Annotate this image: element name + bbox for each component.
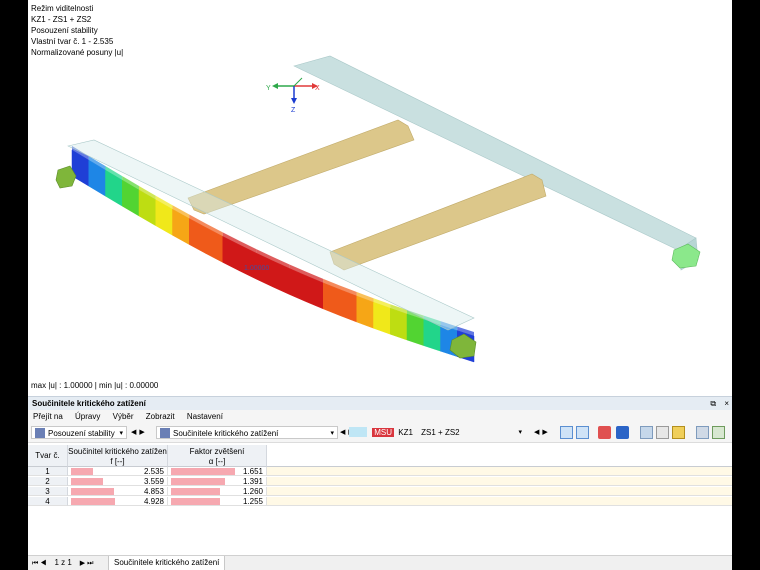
cell-magnification-factor[interactable]: 1.260	[168, 487, 267, 496]
page-indicator: 1 z 1	[54, 558, 72, 567]
viewport-info: Režim viditelnosti KZ1 - ZS1 + ZS2 Posou…	[31, 3, 123, 58]
value-bar	[171, 468, 235, 475]
show-icon[interactable]	[598, 426, 611, 439]
panel-title-text: Součinitele kritického zatížení	[32, 399, 146, 408]
module-icon	[35, 428, 45, 438]
row-number: 1	[28, 467, 68, 476]
table-row[interactable]: 2 3.559 1.391	[28, 477, 732, 486]
cell-critical-factor[interactable]: 2.535	[68, 467, 168, 476]
select-icon[interactable]	[560, 426, 573, 439]
cell-magnification-factor[interactable]: 1.391	[168, 477, 267, 486]
value-bar	[171, 488, 220, 495]
cell-magnification-factor[interactable]: 1.255	[168, 497, 267, 506]
table-icon	[160, 428, 170, 438]
cell-critical-factor[interactable]: 3.559	[68, 477, 168, 486]
results-panel: Součinitele kritického zatížení ⧉ × Přej…	[28, 396, 732, 570]
row-filler	[267, 467, 732, 476]
columns-icon[interactable]	[656, 426, 669, 439]
menu-view[interactable]: Zobrazit	[146, 412, 175, 421]
chevron-down-icon: ▾	[518, 429, 522, 436]
info-line-addon: Posouzení stability	[31, 26, 98, 35]
panel-title: Součinitele kritického zatížení ⧉ ×	[28, 396, 732, 410]
close-button[interactable]: ×	[724, 399, 729, 408]
highlight-icon[interactable]	[672, 426, 685, 439]
value-bar	[171, 498, 220, 505]
module-combo-value: Posouzení stability	[48, 429, 115, 438]
axes-gizmo: X Y Z	[266, 77, 320, 114]
header-empty	[267, 445, 732, 467]
app-window: 1.00000 X Y Z Režim viditelnosti KZ1 - Z…	[28, 0, 732, 570]
page-nav[interactable]: ⏮ ◀ 1 z 1 ▶ ⏭	[32, 556, 93, 570]
row-number: 4	[28, 497, 68, 506]
value-bar	[171, 478, 225, 485]
menu-goto[interactable]: Přejít na	[33, 412, 63, 421]
info-line-combination: KZ1 - ZS1 + ZS2	[31, 15, 92, 24]
cross-beam-2	[329, 173, 547, 271]
info-line-visibility: Režim viditelnosti	[31, 4, 94, 13]
value-bar	[71, 468, 94, 475]
module-nav-arrows[interactable]: ◀▶	[131, 426, 148, 439]
float-button[interactable]: ⧉	[710, 399, 716, 408]
bottom-bar: ⏮ ◀ 1 z 1 ▶ ⏭ Součinitele kritického zat…	[28, 555, 732, 570]
row-filler	[267, 477, 732, 486]
cell-critical-factor[interactable]: 4.853	[68, 487, 168, 496]
panel-menubar: Přejít na Úpravy Výběr Zobrazit Nastaven…	[28, 410, 732, 423]
combo-value: ZS1 + ZS2	[421, 428, 460, 437]
header-magnification-factor[interactable]: Faktor zvětšení α [--]	[168, 445, 267, 467]
table-combo[interactable]: Součinitele kritického zatížení ▾	[156, 426, 338, 439]
max-value-label: 1.00000	[244, 265, 269, 272]
panel-toolbar: Posouzení stability ▾ ◀▶ Součinitele kri…	[28, 423, 732, 443]
combo-id: KZ1	[398, 428, 413, 437]
xyz-icon[interactable]	[616, 426, 629, 439]
info-line-result: Normalizované posuny |u|	[31, 48, 124, 57]
table-view-icon[interactable]	[640, 426, 653, 439]
header-critical-factor[interactable]: Součinitel kritického zatížen f [--]	[68, 445, 168, 467]
viewport-status: max |u| : 1.00000 | min |u| : 0.00000	[31, 381, 159, 390]
header-mode-no[interactable]: Tvar č.	[28, 445, 68, 467]
chart-icon[interactable]	[696, 426, 709, 439]
module-combo[interactable]: Posouzení stability ▾	[31, 426, 127, 439]
export-icon[interactable]	[712, 426, 725, 439]
first-page-icon[interactable]: ⏮ ◀	[32, 560, 47, 567]
cell-magnification-factor[interactable]: 1.651	[168, 467, 267, 476]
filter-icon[interactable]	[576, 426, 589, 439]
table-row[interactable]: 3 4.853 1.260	[28, 487, 732, 496]
loadcombo-combo[interactable]: MSU KZ1 ZS1 + ZS2 ▾	[346, 426, 532, 439]
axis-x-label: X	[315, 85, 320, 92]
color-swatch-icon	[349, 427, 367, 437]
msu-badge: MSU	[372, 428, 395, 437]
row-number: 2	[28, 477, 68, 486]
value-bar	[71, 488, 115, 495]
3d-viewport[interactable]: 1.00000 X Y Z Režim viditelnosti KZ1 - Z…	[28, 0, 732, 395]
value-bar	[71, 478, 103, 485]
info-line-eigenmode: Vlastní tvar č. 1 - 2.535	[31, 37, 114, 46]
axis-z-label: Z	[291, 107, 296, 114]
table-combo-value: Součinitele kritického zatížení	[173, 429, 279, 438]
chevron-down-icon: ▾	[119, 430, 123, 437]
menu-select[interactable]: Výběr	[113, 412, 134, 421]
tab-critical-load-factors[interactable]: Součinitele kritického zatížení	[108, 556, 226, 570]
last-page-icon[interactable]: ▶ ⏭	[80, 560, 94, 567]
table-row[interactable]: 4 4.928 1.255	[28, 497, 732, 506]
chevron-down-icon: ▾	[330, 430, 334, 437]
axis-y-label: Y	[266, 85, 271, 92]
row-filler	[267, 487, 732, 496]
combo-nav-arrows[interactable]: ◀▶	[534, 426, 551, 439]
menu-settings[interactable]: Nastavení	[187, 412, 223, 421]
cell-critical-factor[interactable]: 4.928	[68, 497, 168, 506]
row-filler	[267, 497, 732, 506]
structure-model[interactable]: 1.00000 X Y Z	[28, 0, 732, 395]
value-bar	[71, 498, 115, 505]
table-row[interactable]: 1 2.535 1.651	[28, 467, 732, 476]
row-number: 3	[28, 487, 68, 496]
menu-edit[interactable]: Úpravy	[75, 412, 100, 421]
